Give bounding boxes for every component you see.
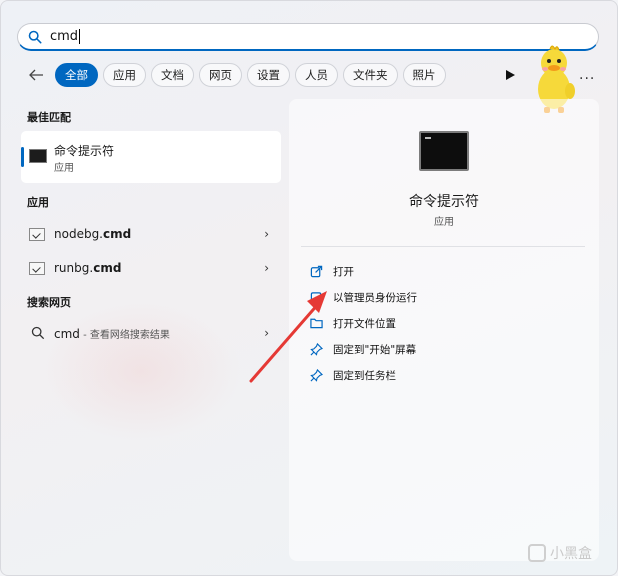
more-options-button[interactable]: ··· xyxy=(579,71,595,87)
back-button[interactable] xyxy=(23,63,49,87)
search-icon xyxy=(28,30,42,43)
best-match-name: 命令提示符 xyxy=(54,144,115,158)
start-search-window: cmd 全部 应用 文档 网页 设置 人员 文件夹 照片 ··· 最佳匹配 命令… xyxy=(0,0,618,576)
action-open-file-location-label: 打开文件位置 xyxy=(333,317,396,330)
best-match-heading: 最佳匹配 xyxy=(27,111,71,124)
filter-people[interactable]: 人员 xyxy=(295,63,338,87)
text-caret xyxy=(79,29,81,44)
action-run-as-admin[interactable]: 以管理员身份运行 xyxy=(309,287,417,307)
action-open[interactable]: 打开 xyxy=(309,261,354,281)
detail-title: 命令提示符 xyxy=(409,194,479,210)
search-input[interactable]: cmd xyxy=(17,23,599,51)
filter-apps[interactable]: 应用 xyxy=(103,63,146,87)
command-prompt-icon xyxy=(419,131,469,171)
search-query: cmd xyxy=(50,29,79,44)
chevron-right-icon[interactable]: › xyxy=(264,227,269,241)
best-match-item[interactable]: 命令提示符 应用 xyxy=(21,131,281,183)
action-pin-to-start[interactable]: 固定到"开始"屏幕 xyxy=(309,339,416,359)
admin-shield-icon xyxy=(309,290,323,304)
app-result-label: runbg.cmd xyxy=(54,261,122,275)
open-external-icon xyxy=(309,264,323,278)
pin-icon xyxy=(309,342,323,356)
apps-heading: 应用 xyxy=(27,196,49,209)
action-pin-to-taskbar-label: 固定到任务栏 xyxy=(333,369,396,382)
filter-documents[interactable]: 文档 xyxy=(151,63,194,87)
action-open-label: 打开 xyxy=(333,265,354,278)
filter-web[interactable]: 网页 xyxy=(199,63,242,87)
divider xyxy=(301,246,585,247)
chevron-right-icon[interactable]: › xyxy=(264,326,269,340)
app-result-label: nodebg.cmd xyxy=(54,227,132,241)
filter-settings[interactable]: 设置 xyxy=(247,63,290,87)
watermark-text: 小黑盒 xyxy=(550,546,592,562)
detail-subtitle: 应用 xyxy=(434,217,454,228)
app-result-runbg[interactable]: runbg.cmd › xyxy=(21,255,281,281)
pin-icon xyxy=(309,368,323,382)
web-search-heading: 搜索网页 xyxy=(27,296,71,309)
action-pin-to-taskbar[interactable]: 固定到任务栏 xyxy=(309,365,396,385)
play-icon[interactable] xyxy=(504,69,516,81)
arrow-left-icon xyxy=(29,69,43,81)
folder-icon xyxy=(309,316,323,330)
web-search-label: cmd - 查看网络搜索结果 xyxy=(54,326,170,341)
filter-folders[interactable]: 文件夹 xyxy=(343,63,398,87)
web-search-result[interactable]: cmd - 查看网络搜索结果 › xyxy=(21,320,281,346)
action-run-as-admin-label: 以管理员身份运行 xyxy=(333,291,417,304)
command-prompt-icon xyxy=(29,149,47,163)
script-file-icon xyxy=(29,261,45,275)
best-match-type: 应用 xyxy=(54,163,74,174)
search-icon xyxy=(31,326,45,340)
filter-photos[interactable]: 照片 xyxy=(402,63,446,87)
watermark-logo-icon xyxy=(528,544,546,562)
watermark: 小黑盒 xyxy=(528,543,592,563)
action-open-file-location[interactable]: 打开文件位置 xyxy=(309,313,396,333)
script-file-icon xyxy=(29,227,45,241)
selection-indicator xyxy=(21,147,24,167)
chevron-right-icon[interactable]: › xyxy=(264,261,269,275)
app-result-nodebg[interactable]: nodebg.cmd › xyxy=(21,221,281,247)
filter-bar: 全部 应用 文档 网页 设置 人员 文件夹 照片 xyxy=(23,63,451,87)
detail-panel: 命令提示符 应用 打开 以管理员身份运行 打开文件位置 固定到"开始"屏幕 固定… xyxy=(289,99,599,561)
filter-all[interactable]: 全部 xyxy=(55,63,98,87)
action-pin-to-start-label: 固定到"开始"屏幕 xyxy=(333,343,417,356)
